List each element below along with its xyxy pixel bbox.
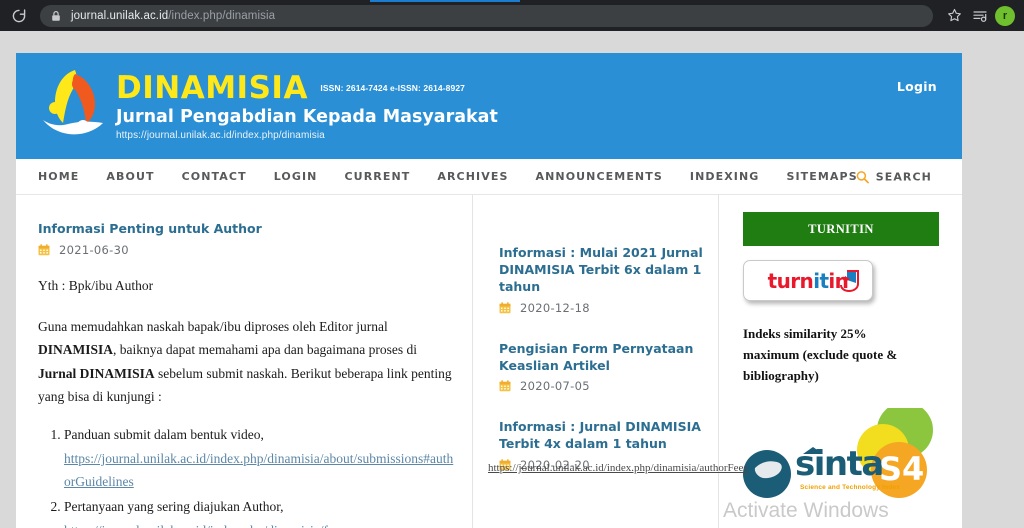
tab-strip-indicator [370,0,520,2]
nav-item-sitemaps[interactable]: SITEMAPS [786,170,857,183]
main-announcement-date-row: 2021-06-30 [38,243,454,257]
bookmark-button[interactable] [941,3,967,29]
intro-lead: Guna memudahkan naskah bapak/ibu diprose… [38,318,388,334]
main-announcement-title[interactable]: Informasi Penting untuk Author [38,221,454,238]
address-bar-url: journal.unilak.ac.id/index.php/dinamisia [71,10,275,22]
intro-bold-1: DINAMISIA [38,342,114,358]
dinamisia-logo-icon [43,70,103,135]
nav-item-announcements[interactable]: ANNOUNCEMENTS [535,170,662,183]
journal-title: DINAMISIA [116,70,308,106]
announcement-body: Yth : Bpk/ibu Author Guna memudahkan nas… [38,274,454,528]
announcement-title[interactable]: Informasi : Jurnal DINAMISIA Terbit 4x d… [499,419,704,453]
calendar-icon [499,301,511,313]
sidebar: TURNITIN turnitin Indeks similarity 25% … [718,195,962,528]
list-item: Panduan submit dalam bentuk video, https… [64,423,454,494]
announcement-date-row: 2020-07-05 [499,379,704,393]
nav-item-current[interactable]: CURRENT [344,170,410,183]
sinta-grade: S4 [879,450,925,489]
journal-page: DINAMISIA ISSN: 2614-7424 e-ISSN: 2614-8… [16,53,962,528]
nav-item-about[interactable]: ABOUT [106,170,154,183]
search-icon [856,170,869,183]
announcement-title[interactable]: Pengisian Form Pernyataan Keaslian Artik… [499,341,704,375]
list-item-link[interactable]: https://journal.unilak.ac.id/index.php/d… [64,523,341,528]
announcement-item: Pengisian Form Pernyataan Keaslian Artik… [499,341,704,394]
announcement-title[interactable]: Informasi : Mulai 2021 Jurnal DINAMISIA … [499,245,704,296]
announcements-column: Informasi : Mulai 2021 Jurnal DINAMISIA … [472,195,718,528]
announcement-date: 2020-12-18 [520,300,590,315]
turnitin-button[interactable]: TURNITIN [743,212,939,246]
main-announcement-date: 2021-06-30 [59,242,129,257]
link-status-tooltip: https://journal.unilak.ac.id/index.php/d… [488,462,748,474]
address-bar-host: journal.unilak.ac.id [71,9,169,22]
intro-bold-2: Jurnal DINAMISIA [38,365,155,381]
star-icon [947,8,961,22]
salutation: Yth : Bpk/ibu Author [38,277,154,293]
nav-item-contact[interactable]: CONTACT [182,170,247,183]
nav-item-archives[interactable]: ARCHIVES [437,170,508,183]
intro-mid: , baiknya dapat memahami apa dan bagaima… [113,342,418,358]
announcement-date-row: 2020-12-18 [499,301,704,315]
list-item-text: Panduan submit dalam bentuk video, [64,427,264,442]
search-button[interactable]: SEARCH [856,170,932,183]
journal-url: https://journal.unilak.ac.id/index.php/d… [116,130,325,142]
announcement-date: 2020-07-05 [520,379,590,394]
address-bar[interactable]: journal.unilak.ac.id/index.php/dinamisia [40,4,933,27]
journal-header: DINAMISIA ISSN: 2614-7424 e-ISSN: 2614-8… [16,53,962,159]
journal-issn: ISSN: 2614-7424 e-ISSN: 2614-8927 [320,83,465,93]
announcement-item: Informasi : Mulai 2021 Jurnal DINAMISIA … [499,245,704,315]
brand-block: DINAMISIA ISSN: 2614-7424 e-ISSN: 2614-8… [116,70,498,142]
intro-paragraph: Guna memudahkan naskah bapak/ibu diprose… [38,315,454,410]
lock-icon [52,10,60,21]
turnitin-wordmark-part2: it [813,268,829,293]
nav-item-indexing[interactable]: INDEXING [690,170,760,183]
main-navigation: HOME ABOUT CONTACT LOGIN CURRENT ARCHIVE… [16,159,962,195]
reading-list-button[interactable] [967,3,993,29]
important-links-list: Panduan submit dalam bentuk video, https… [64,423,454,528]
browser-chrome: journal.unilak.ac.id/index.php/dinamisia… [0,0,1024,31]
list-item-link[interactable]: https://journal.unilak.ac.id/index.php/d… [64,451,453,490]
journal-subtitle: Jurnal Pengabdian Kepada Masyarakat [116,107,498,127]
search-label: SEARCH [875,170,932,183]
turnitin-swoosh-icon [840,270,859,293]
main-announcement-column: Informasi Penting untuk Author 2021-06-3… [16,195,472,528]
calendar-icon [499,380,511,392]
page-viewport: DINAMISIA ISSN: 2614-7424 e-ISSN: 2614-8… [0,31,1024,528]
list-item-text: Pertanyaan yang sering diajukan Author, [64,498,284,514]
content-columns: Informasi Penting untuk Author 2021-06-3… [16,195,962,528]
reload-icon [12,8,26,22]
address-bar-path: /index.php/dinamisia [168,9,276,22]
reading-list-icon [973,10,987,22]
nav-item-login[interactable]: LOGIN [274,170,318,183]
turnitin-logo[interactable]: turnitin [743,260,873,301]
reload-button[interactable] [4,1,34,31]
list-item: Pertanyaan yang sering diajukan Author, … [64,495,454,528]
turnitin-note: Indeks similarity 25% maximum (exclude q… [743,326,898,384]
nav-item-home[interactable]: HOME [38,170,79,183]
profile-avatar[interactable]: r [995,5,1015,26]
sinta-wordmark: sinta [795,444,884,485]
turnitin-wordmark-part1: turn [767,268,814,293]
login-link[interactable]: Login [897,79,937,94]
calendar-icon [38,244,50,256]
avatar-initial: r [1002,9,1008,22]
sinta-banner[interactable]: sinta Science and Technology Index S4 [743,408,955,500]
